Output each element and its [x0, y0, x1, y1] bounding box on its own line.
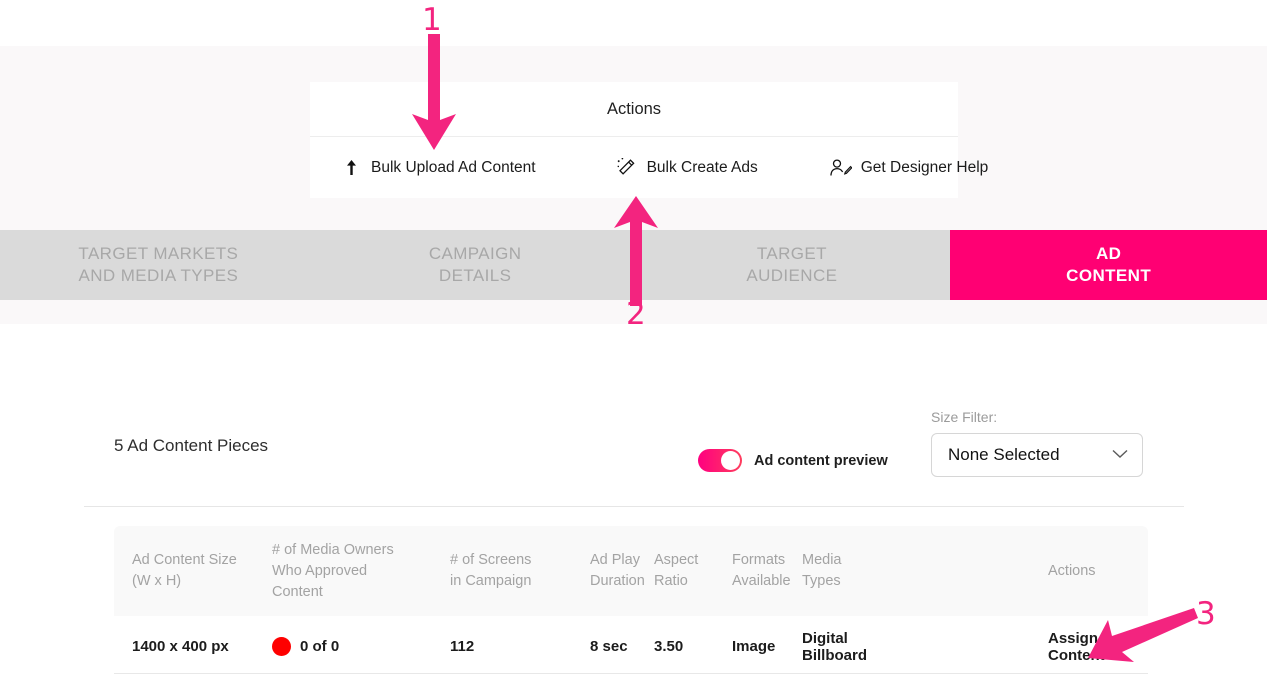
step-ad-content-line1: AD	[1095, 244, 1122, 263]
assign-content-link[interactable]: Assign Content	[1048, 630, 1148, 664]
cell-media-owners-approved-value: 0 of 0	[300, 638, 340, 655]
step-target-markets-line2: AND MEDIA TYPES	[78, 266, 239, 285]
cell-ad-play-duration: 8 sec	[590, 638, 628, 655]
get-designer-help-button[interactable]: Get Designer Help	[830, 158, 989, 178]
bulk-create-ads-label: Bulk Create Ads	[646, 158, 758, 176]
designer-person-icon	[830, 158, 852, 178]
column-header-formats-available: Formats Available	[732, 552, 791, 589]
magic-wand-icon	[616, 158, 638, 178]
ad-content-preview-toggle-group[interactable]: Ad content preview	[698, 449, 888, 472]
campaign-steps-bar: TARGET MARKETS AND MEDIA TYPES CAMPAIGN …	[0, 230, 1267, 300]
step-target-markets-line1: TARGET MARKETS	[78, 244, 239, 263]
annotation-number-2: 2	[626, 296, 646, 332]
actions-row: Bulk Upload Ad Content Bulk Create Ads G…	[310, 137, 988, 198]
annotation-number-1: 1	[422, 2, 442, 38]
cell-media-owners-approved: 0 of 0	[272, 637, 450, 656]
size-filter-label: Size Filter:	[931, 409, 998, 425]
cell-ad-content-size: 1400 x 400 px	[132, 638, 229, 655]
status-dot-icon	[272, 637, 291, 656]
chevron-down-icon	[1112, 446, 1128, 464]
step-target-audience-line1: TARGET	[756, 244, 827, 263]
table-header-row: Ad Content Size (W x H) # of Media Owner…	[114, 526, 1148, 616]
bulk-upload-ad-content-button[interactable]: Bulk Upload Ad Content	[340, 158, 536, 178]
column-header-ad-play-duration: Ad Play Duration	[590, 552, 645, 589]
size-filter-group: Size Filter: None Selected	[931, 409, 1143, 477]
column-header-screens-in-campaign: # of Screens in Campaign	[450, 552, 532, 589]
actions-card: Actions Bulk Upload Ad Content Bulk Crea…	[310, 82, 988, 198]
ad-content-table: Ad Content Size (W x H) # of Media Owner…	[114, 526, 1148, 674]
cell-aspect-ratio: 3.50	[654, 638, 684, 655]
bulk-upload-ad-content-label: Bulk Upload Ad Content	[371, 158, 536, 176]
column-header-aspect-ratio: Aspect Ratio	[654, 552, 699, 589]
ad-content-preview-label: Ad content preview	[754, 452, 888, 469]
step-campaign-details[interactable]: CAMPAIGN DETAILS	[316, 230, 634, 300]
ad-content-preview-toggle[interactable]	[698, 449, 742, 472]
step-campaign-details-line2: DETAILS	[438, 266, 512, 285]
size-filter-value: None Selected	[948, 445, 1060, 464]
cell-media-types: Digital Billboard	[802, 629, 868, 664]
main-content: 5 Ad Content Pieces Ad content preview S…	[0, 324, 1267, 698]
step-ad-content-line2: CONTENT	[1066, 266, 1152, 285]
column-header-media-owners-approved: # of Media Owners Who Approved Content	[272, 541, 394, 600]
step-campaign-details-line1: CAMPAIGN	[428, 244, 522, 263]
column-header-actions: Actions	[1048, 562, 1096, 579]
step-ad-content[interactable]: AD CONTENT	[950, 230, 1267, 300]
size-filter-select[interactable]: None Selected	[931, 433, 1143, 477]
toggle-knob	[721, 451, 740, 470]
actions-card-title: Actions	[310, 82, 958, 137]
step-target-audience-line2: AUDIENCE	[746, 266, 838, 285]
step-target-markets-and-media-types[interactable]: TARGET MARKETS AND MEDIA TYPES	[0, 230, 317, 300]
annotation-number-3: 3	[1196, 596, 1216, 632]
get-designer-help-label: Get Designer Help	[860, 158, 989, 176]
ad-content-pieces-count: 5 Ad Content Pieces	[114, 436, 269, 455]
upload-arrow-icon	[340, 158, 362, 178]
content-divider	[84, 506, 1184, 507]
column-header-ad-content-size: Ad Content Size (W x H)	[132, 552, 237, 589]
bulk-create-ads-button[interactable]: Bulk Create Ads	[616, 158, 758, 178]
column-header-media-types: Media Types	[802, 552, 842, 589]
table-row: 1400 x 400 px 0 of 0 112 8 sec 3.50 Imag…	[114, 616, 1148, 674]
step-target-audience[interactable]: TARGET AUDIENCE	[633, 230, 951, 300]
cell-formats-available: Image	[732, 638, 776, 655]
cell-screens-in-campaign: 112	[450, 638, 475, 655]
